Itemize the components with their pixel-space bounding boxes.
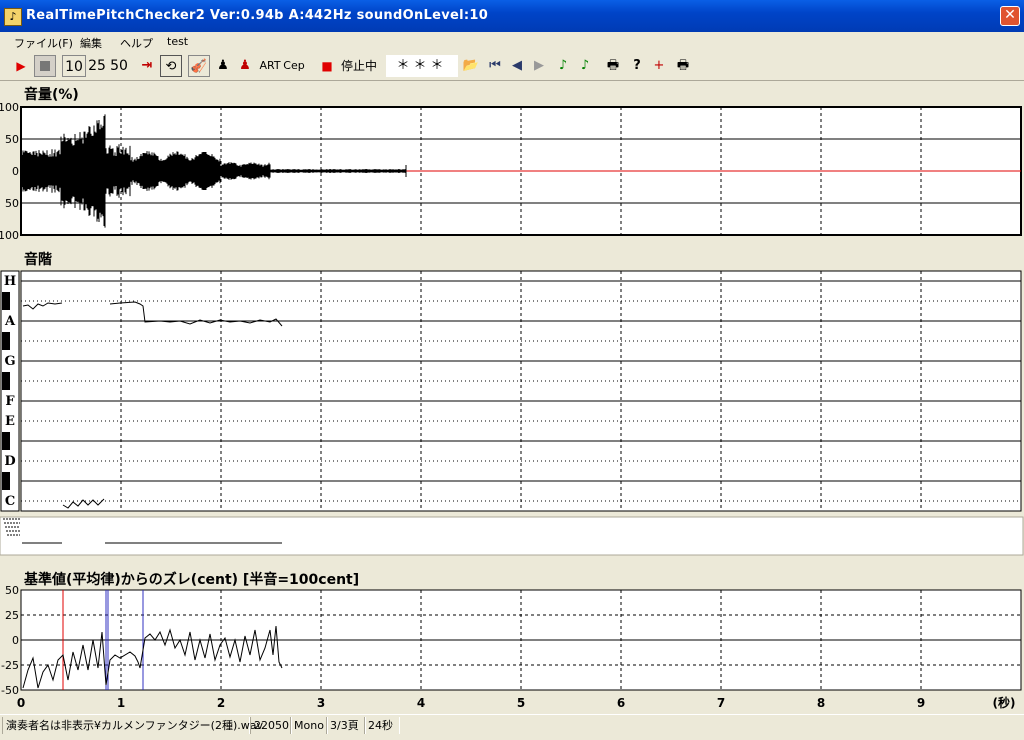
time-tick-label: 5 xyxy=(517,696,525,710)
time-tick-label: 8 xyxy=(817,696,825,710)
time-tick-label: 1 xyxy=(117,696,125,710)
time-tick-label: 2 xyxy=(217,696,225,710)
black-key xyxy=(2,472,10,490)
note-label: G xyxy=(4,354,15,369)
status-bar: 演奏者名は非表示¥カルメンファンタジー(2種).wav 22050 Mono 3… xyxy=(0,714,1024,737)
black-key xyxy=(2,372,10,390)
note-label: H xyxy=(4,274,16,289)
time-tick-label: 3 xyxy=(317,696,325,710)
deviation-y-tick-label: -25 xyxy=(1,659,19,672)
status-channels: Mono xyxy=(290,717,328,734)
time-tick-label: 7 xyxy=(717,696,725,710)
volume-y-tick-label: 100 xyxy=(0,229,19,242)
note-label: F xyxy=(5,394,15,409)
note-label: E xyxy=(5,414,15,429)
volume-y-tick-label: 50 xyxy=(5,133,19,146)
status-file: 演奏者名は非表示¥カルメンファンタジー(2種).wav xyxy=(2,717,250,734)
volume-y-tick-label: 0 xyxy=(12,165,19,178)
volume-y-tick-label: 100 xyxy=(0,101,19,114)
black-key xyxy=(2,332,10,350)
time-tick-label: 0 xyxy=(17,696,25,710)
deviation-y-tick-label: 0 xyxy=(12,634,19,647)
time-tick-label: 6 xyxy=(617,696,625,710)
time-tick-label: 9 xyxy=(917,696,925,710)
status-rate: 22050 xyxy=(250,717,292,734)
note-label: C xyxy=(5,494,15,509)
status-page: 3/3頁 xyxy=(326,717,366,734)
deviation-y-tick-label: 25 xyxy=(5,609,19,622)
note-strip xyxy=(0,517,1023,555)
graph-canvas: 10050050100HAGFEDC50250-25-500 1 2 3 4 5 6 7 8 9(… xyxy=(0,0,1024,714)
time-unit-label: (秒) xyxy=(993,695,1016,710)
note-label: A xyxy=(4,314,16,329)
black-key xyxy=(2,432,10,450)
time-tick-label: 4 xyxy=(417,696,425,710)
deviation-y-tick-label: 50 xyxy=(5,584,19,597)
status-duration: 24秒 xyxy=(364,717,400,734)
black-key xyxy=(2,292,10,310)
volume-y-tick-label: 50 xyxy=(5,197,19,210)
note-label: D xyxy=(4,454,15,469)
